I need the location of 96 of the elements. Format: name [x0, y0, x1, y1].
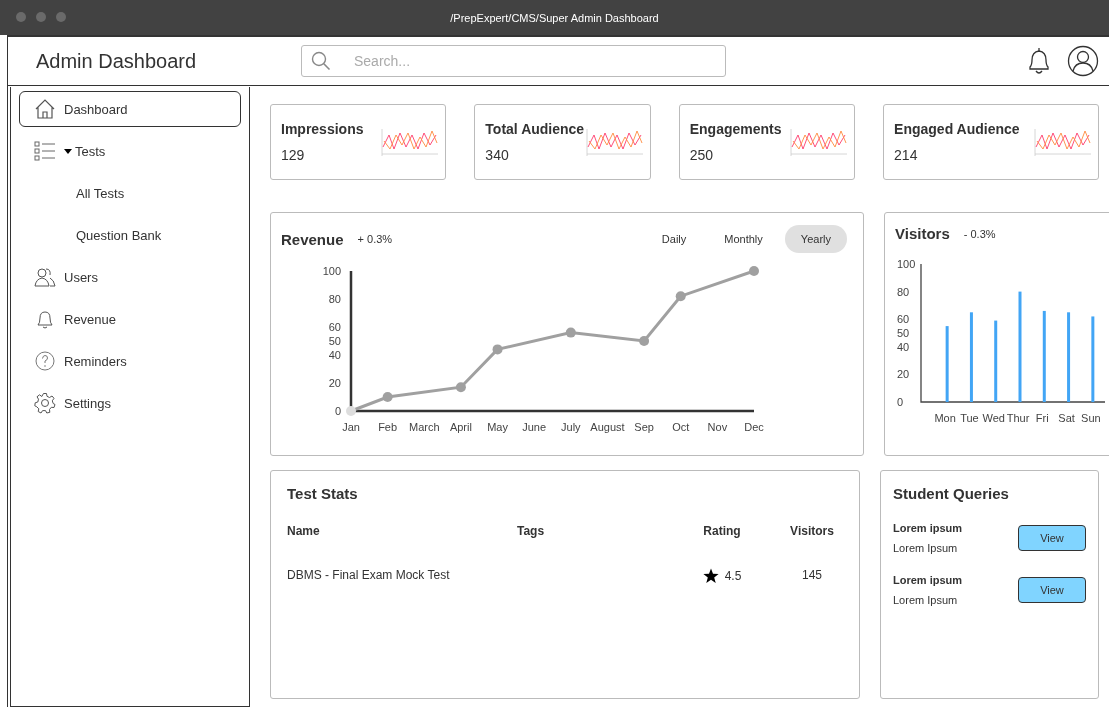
axis-category-label: Mon: [934, 412, 956, 424]
axis-category-label: Fri: [1035, 412, 1049, 424]
caret-icon[interactable]: [64, 148, 72, 154]
axis-category-label: April: [449, 421, 472, 433]
axis-category-label: Dec: [744, 421, 764, 433]
card-title: Test Stats: [287, 485, 359, 502]
axis-tick-label: 0: [897, 396, 904, 408]
stat-value: 129: [281, 147, 306, 163]
stat-title: Engaged Audience: [894, 121, 1020, 137]
axis-tick-label: 60: [897, 313, 910, 326]
sidebar-item[interactable]: Reminders: [19, 343, 241, 379]
axis-category-label: Tue: [960, 412, 979, 424]
data-point: [492, 344, 503, 355]
home-icon: [34, 98, 56, 120]
data-point: [639, 336, 650, 346]
axis-tick-label: 100: [897, 258, 916, 270]
card-title: Student Queries: [893, 485, 1010, 502]
sidebar-item[interactable]: Revenue: [19, 301, 241, 337]
axis-tick-label: 40: [897, 340, 910, 353]
stat-value: 214: [894, 147, 919, 163]
column-header: Tags: [517, 524, 546, 538]
axis-category-label: Sep: [634, 421, 654, 433]
axis-category-label: Jan: [342, 421, 360, 433]
axis-category-label: Oct: [672, 421, 690, 433]
data-point: [346, 406, 356, 416]
settings-icon: [34, 392, 56, 414]
axis-tick-label: 0: [334, 405, 341, 417]
axis-tick-label: 20: [328, 377, 341, 389]
query-title: Lorem ipsum: [893, 522, 963, 534]
sparkline-drawing: [585, 127, 644, 157]
axis-tick-label: 100: [322, 265, 341, 277]
sidebar-subitem[interactable]: All Tests: [19, 175, 241, 211]
axis-tick-label: 20: [897, 368, 910, 381]
axis-category-label: June: [522, 421, 547, 433]
sparkline-drawing: [1034, 127, 1092, 157]
stat-title: Total Audience: [485, 121, 585, 137]
change-label: - 0.3%: [963, 227, 996, 240]
change-label: + 0.3%: [357, 233, 393, 245]
view-button[interactable]: View: [1018, 577, 1086, 603]
period-tab[interactable]: Monthly: [708, 225, 779, 253]
data-point: [565, 327, 576, 338]
axis-tick-label: 50: [897, 327, 910, 339]
stat-value: 340: [485, 147, 510, 163]
sidebar-subitem[interactable]: Question Bank: [19, 217, 241, 253]
users-icon: [34, 266, 56, 288]
axis-tick-label: 80: [328, 293, 341, 305]
sidebar-item[interactable]: Tests: [19, 133, 241, 169]
axis-tick-label: 50: [328, 335, 341, 347]
window-title: /PrepExpert/CMS/Super Admin Dashboard: [450, 11, 659, 24]
period-tab[interactable]: Yearly: [784, 225, 847, 253]
axis-tick-label: 60: [328, 321, 341, 333]
axis-category-label: Feb: [378, 421, 398, 433]
card-title: Visitors: [895, 225, 950, 242]
sidebar-item[interactable]: Dashboard: [19, 91, 241, 127]
stat-value: 250: [689, 147, 715, 163]
table-cell-text: 145: [801, 568, 823, 584]
column-header: Rating: [702, 524, 742, 538]
help-icon: [34, 350, 56, 372]
query-title: Lorem ipsum: [893, 574, 963, 586]
query-text: Lorem Ipsum: [893, 542, 959, 554]
app-title: Admin Dashboard: [36, 49, 198, 73]
card-title: Revenue: [281, 230, 344, 248]
period-tab[interactable]: Daily: [645, 225, 703, 253]
data-point: [675, 291, 686, 302]
axis-category-label: August: [590, 421, 625, 433]
stat-title: Impressions: [281, 121, 364, 137]
axis-category-label: Nov: [707, 421, 728, 433]
data-point: [382, 392, 393, 402]
bell-icon: [34, 308, 56, 330]
axis-category-label: Sat: [1058, 412, 1075, 424]
data-point: [455, 382, 466, 393]
stat-title: Engagements: [689, 121, 782, 137]
sidebar-item[interactable]: Users: [19, 259, 241, 295]
data-point: [749, 266, 759, 276]
axis-tick-label: 80: [897, 285, 910, 298]
user-avatar-icon[interactable]: [1067, 45, 1099, 77]
sparkline-drawing: [381, 127, 440, 157]
table-cell: 4.5: [724, 569, 742, 583]
column-header: Name: [287, 524, 321, 538]
table-cell-text: DBMS - Final Exam Mock Test: [287, 568, 451, 584]
axis-category-label: March: [409, 421, 440, 433]
view-button[interactable]: View: [1018, 525, 1086, 551]
search-field[interactable]: Search...: [301, 45, 726, 77]
query-text: Lorem Ipsum: [893, 594, 959, 606]
sidebar-item[interactable]: Settings: [19, 385, 241, 421]
search-icon: [311, 51, 331, 71]
axis-category-label: July: [561, 421, 581, 433]
checklist-icon: [34, 140, 56, 162]
star-icon: [702, 568, 719, 584]
axis-tick-label: 40: [328, 349, 341, 361]
axis-category-label: May: [487, 421, 508, 433]
axis-category-label: Wed: [982, 412, 1005, 424]
axis-category-label: Thur: [1006, 412, 1030, 424]
axis-category-label: Sun: [1081, 412, 1101, 424]
column-header: Visitors: [789, 524, 835, 538]
sparkline-drawing: [790, 127, 849, 157]
